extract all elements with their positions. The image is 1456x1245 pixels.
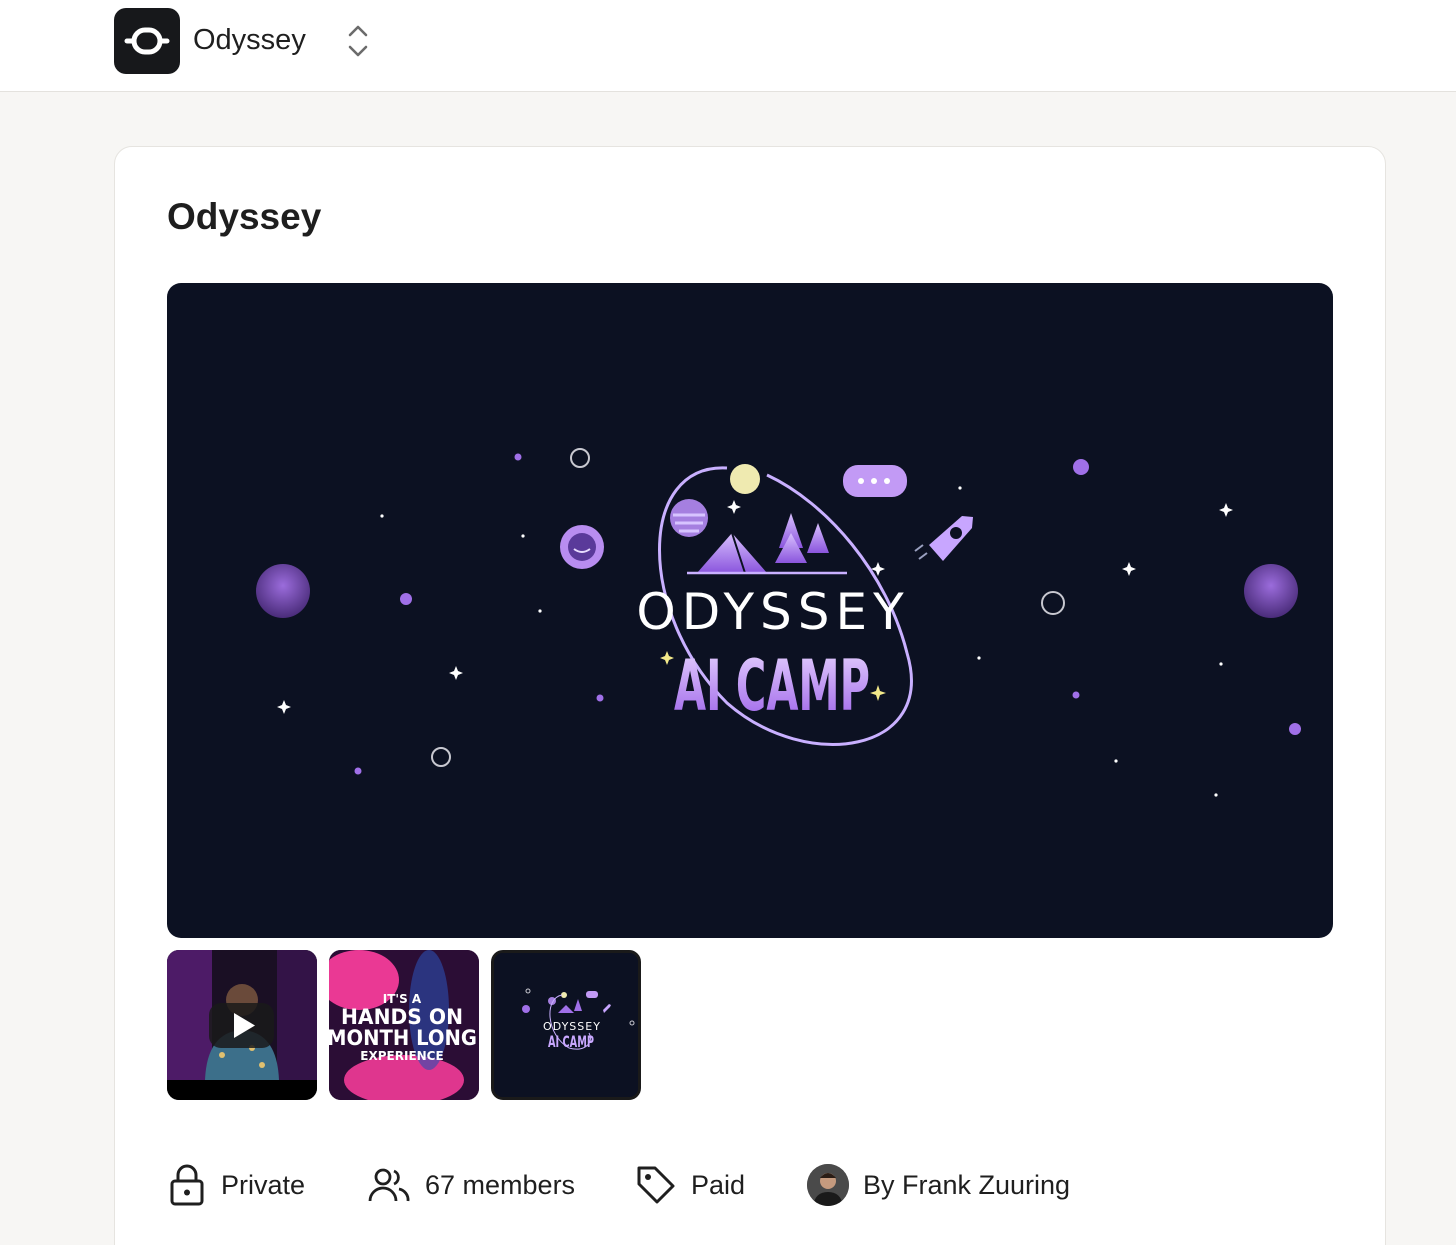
owner-info[interactable]: By Frank Zuuring	[807, 1160, 1070, 1210]
members-info[interactable]: 67 members	[367, 1160, 575, 1210]
top-bar: Odyssey	[0, 0, 1456, 92]
chevron-up-down-icon	[348, 25, 368, 57]
community-card: Odyssey ODYSSEY AI CAMP IT'S A HANDS ON …	[114, 146, 1386, 1245]
hero-subtitle: AI CAMP	[674, 645, 870, 727]
tag-icon	[637, 1166, 675, 1204]
users-icon	[368, 1168, 410, 1202]
pricing-info: Paid	[635, 1160, 745, 1210]
thumbnail-image-cover[interactable]: ODYSSEY AI CAMP	[491, 950, 641, 1100]
thumbnail-image-promo[interactable]: IT'S A HANDS ON MONTH LONG EXPERIENCE	[329, 950, 479, 1100]
pricing-label: Paid	[691, 1170, 746, 1200]
hero-title: ODYSSEY	[636, 583, 909, 641]
svg-text:MONTH LONG: MONTH LONG	[329, 1026, 477, 1050]
members-label: 67 members	[425, 1170, 576, 1200]
planet-left	[256, 564, 310, 618]
community-name[interactable]: Odyssey	[193, 22, 306, 58]
svg-text:AI CAMP: AI CAMP	[548, 1032, 594, 1051]
planet-right	[1244, 564, 1298, 618]
lock-icon	[170, 1164, 204, 1206]
community-switcher-button[interactable]	[344, 22, 372, 60]
svg-text:IT'S A: IT'S A	[383, 992, 422, 1006]
community-logo[interactable]	[114, 8, 180, 74]
owner-label: By Frank Zuuring	[863, 1170, 1071, 1200]
hero-image[interactable]: ODYSSEY AI CAMP	[167, 283, 1333, 938]
owner-avatar[interactable]	[807, 1164, 849, 1206]
thumbnail-video[interactable]	[167, 950, 317, 1100]
privacy-label: Private	[221, 1170, 306, 1200]
odyssey-logo-icon	[124, 27, 170, 55]
privacy-info: Private	[167, 1160, 305, 1210]
page-title: Odyssey	[167, 196, 322, 237]
svg-text:EXPERIENCE: EXPERIENCE	[360, 1049, 443, 1063]
